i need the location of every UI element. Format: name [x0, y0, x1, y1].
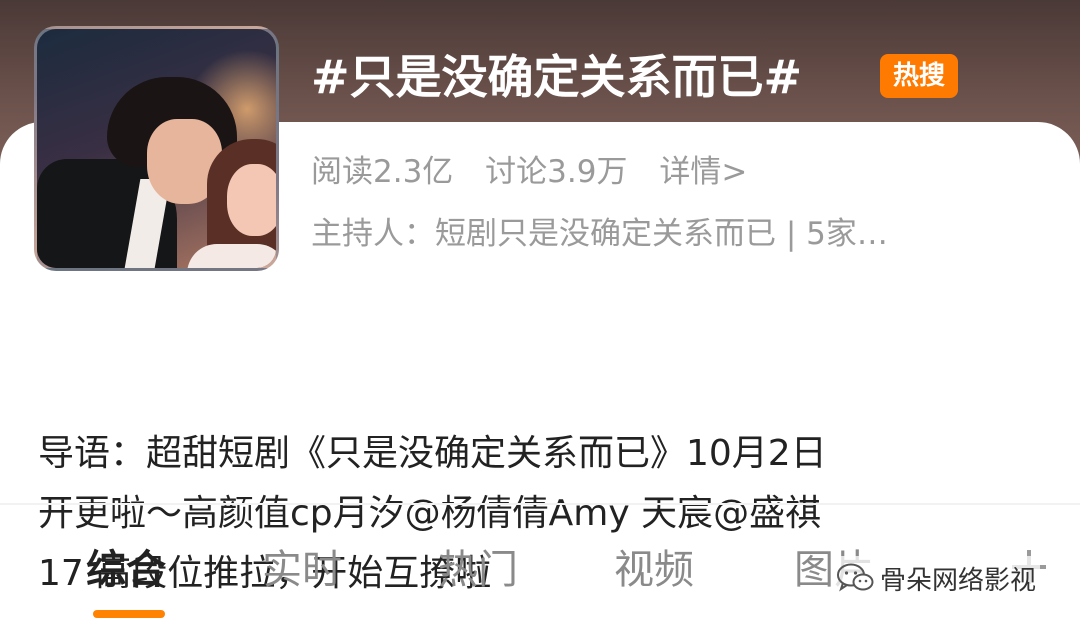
tab-comprehensive[interactable]: 综合 [86, 540, 166, 600]
tab-video[interactable]: 视频 [614, 540, 694, 600]
divider [0, 503, 1080, 505]
topic-host[interactable]: 主持人：短剧只是没确定关系而已 | 5家… [311, 210, 1031, 258]
details-link[interactable]: 详情> [659, 154, 747, 190]
topic-cover-image[interactable] [34, 26, 279, 271]
topic-title: #只是没确定关系而已# [311, 50, 803, 104]
tab-realtime[interactable]: 实时 [262, 540, 342, 600]
discussion-count: 讨论3.9万 [485, 154, 628, 190]
hot-search-badge: 热搜 [880, 54, 958, 98]
intro-line-1: 导语：超甜短剧《只是没确定关系而已》10月2日 [38, 433, 827, 474]
tab-hot[interactable]: 热门 [438, 540, 518, 600]
topic-stats: 阅读2.3亿 讨论3.9万 详情> [311, 148, 769, 196]
read-count: 阅读2.3亿 [311, 154, 454, 190]
watermark-text: 骨朵网络影视 [880, 565, 1037, 596]
active-tab-indicator [93, 610, 165, 618]
watermark: 骨朵网络影视 [832, 556, 1041, 600]
wechat-icon [837, 563, 874, 592]
